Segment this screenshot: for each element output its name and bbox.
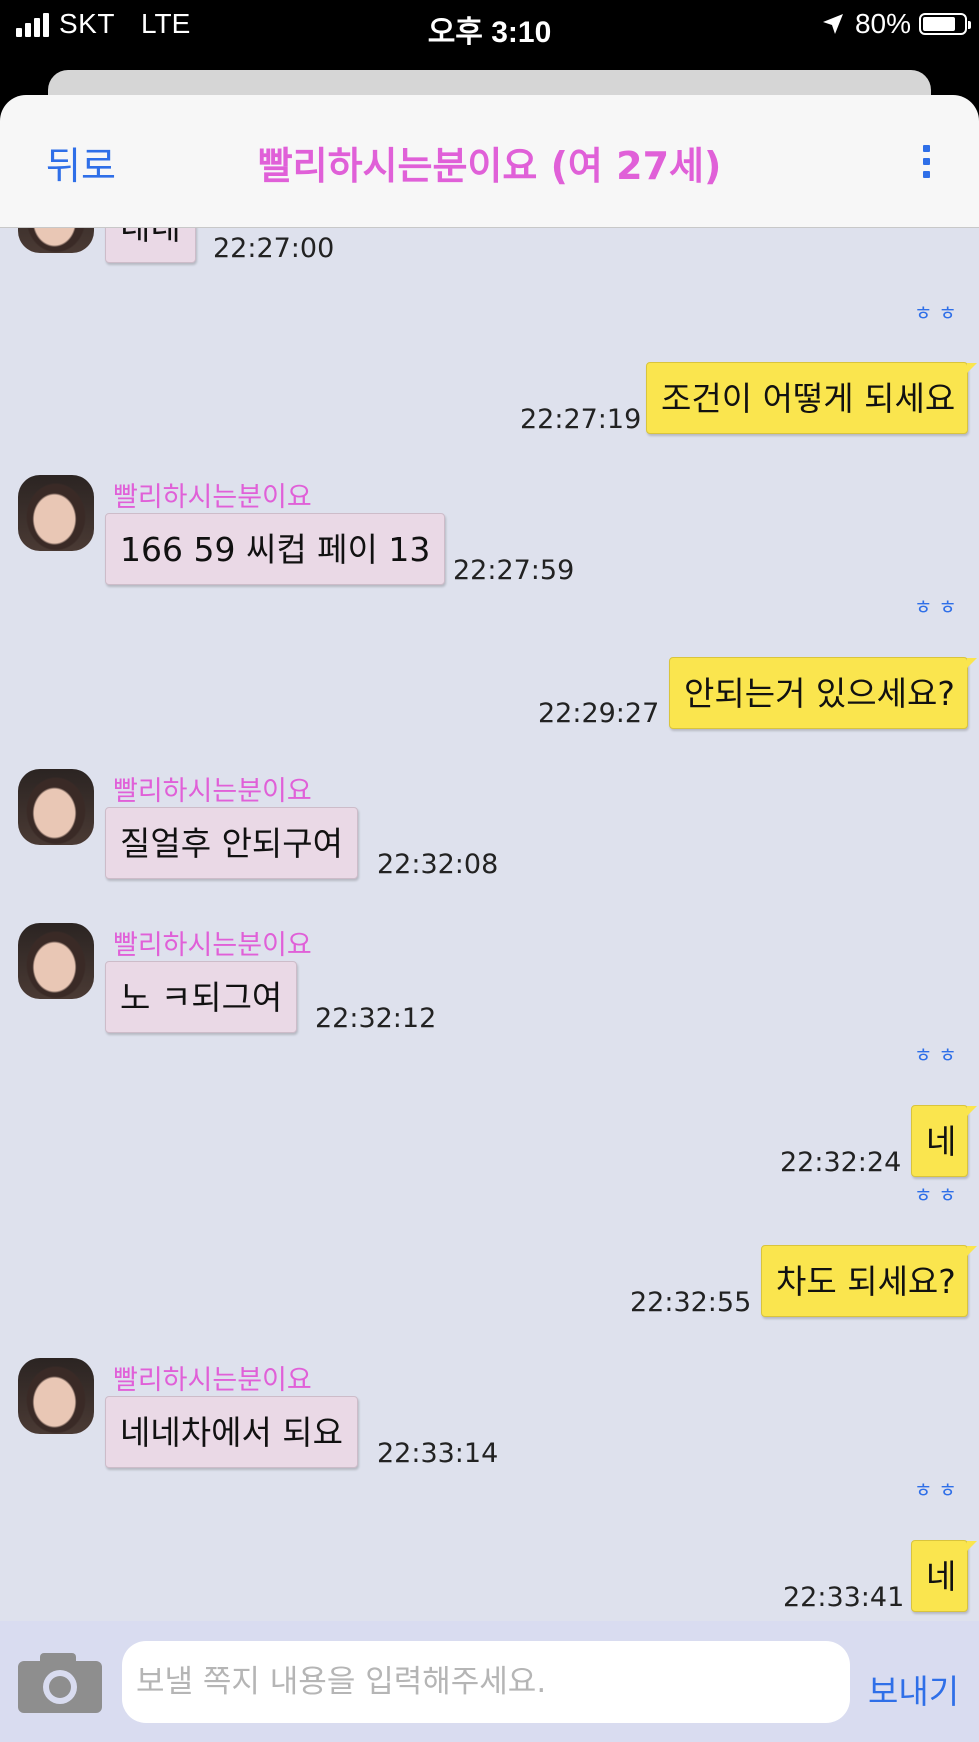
message-time: 22:32:12 bbox=[315, 1003, 437, 1034]
message-time: 22:27:19 bbox=[520, 404, 642, 435]
status-bar: SKT LTE 오후 3:10 80% bbox=[0, 0, 979, 50]
message-time: 22:29:27 bbox=[538, 698, 660, 729]
message-bubble-in[interactable]: 네네차에서 되요 bbox=[105, 1396, 359, 1468]
message-time: 22:27:59 bbox=[453, 555, 575, 586]
kebab-menu-icon[interactable] bbox=[923, 145, 931, 178]
message-time: 22:27:00 bbox=[213, 233, 335, 264]
sender-name: 빨리하시는분이요 bbox=[113, 482, 312, 513]
avatar[interactable] bbox=[18, 1358, 94, 1434]
message-time: 22:33:14 bbox=[377, 1438, 499, 1469]
message-bubble-out[interactable]: 조건이 어떻게 되세요 bbox=[646, 362, 977, 434]
message-time: 22:32:08 bbox=[377, 849, 499, 880]
read-indicator: ㅎㅎ bbox=[914, 1043, 963, 1067]
message-bubble-in[interactable]: 질얼후 안되구여 bbox=[105, 807, 359, 879]
camera-icon[interactable] bbox=[18, 1651, 102, 1713]
message-time: 22:32:24 bbox=[780, 1147, 902, 1178]
message-bubble-in[interactable]: 노 ㅋ되그여 bbox=[105, 961, 298, 1033]
sender-name: 빨리하시는분이요 bbox=[113, 930, 312, 961]
read-indicator: ㅎㅎ bbox=[914, 1183, 963, 1207]
avatar[interactable] bbox=[18, 227, 94, 253]
avatar[interactable] bbox=[18, 769, 94, 845]
battery-percent: 80% bbox=[854, 8, 911, 39]
message-input[interactable]: 보낼 쪽지 내용을 입력해주세요. bbox=[122, 1641, 850, 1723]
sender-name: 빨리하시는분이요 bbox=[113, 776, 312, 807]
avatar[interactable] bbox=[18, 923, 94, 999]
avatar[interactable] bbox=[18, 475, 94, 551]
message-bubble-out[interactable]: 안되는거 있으세요? bbox=[669, 657, 977, 729]
read-indicator: ㅎㅎ bbox=[914, 1478, 963, 1502]
chat-header: 뒤로 빨리하시는분이요 (여 27세) bbox=[0, 95, 979, 228]
message-bubble-out[interactable]: 차도 되세요? bbox=[761, 1245, 977, 1317]
message-time: 22:33:41 bbox=[783, 1582, 905, 1613]
message-bubble-in[interactable]: 네네 bbox=[105, 227, 196, 263]
composer-bar: 보낼 쪽지 내용을 입력해주세요. 보내기 bbox=[0, 1621, 979, 1742]
sender-name: 빨리하시는분이요 bbox=[113, 1365, 312, 1396]
message-bubble-in[interactable]: 166 59 씨컵 페이 13 bbox=[105, 513, 446, 585]
message-list[interactable]: 네네 22:27:00 ㅎㅎ 조건이 어떻게 되세요 22:27:19 빨리하시… bbox=[0, 227, 979, 1621]
battery-icon bbox=[919, 13, 971, 35]
send-button[interactable]: 보내기 bbox=[868, 1665, 959, 1713]
message-bubble-out[interactable]: 네 bbox=[911, 1540, 977, 1612]
read-indicator: ㅎㅎ bbox=[914, 301, 963, 325]
message-bubble-out[interactable]: 네 bbox=[911, 1105, 977, 1177]
message-time: 22:32:55 bbox=[630, 1287, 752, 1318]
location-arrow-icon bbox=[822, 14, 843, 34]
read-indicator: ㅎㅎ bbox=[914, 595, 963, 619]
page-title: 빨리하시는분이요 (여 27세) bbox=[257, 144, 722, 188]
